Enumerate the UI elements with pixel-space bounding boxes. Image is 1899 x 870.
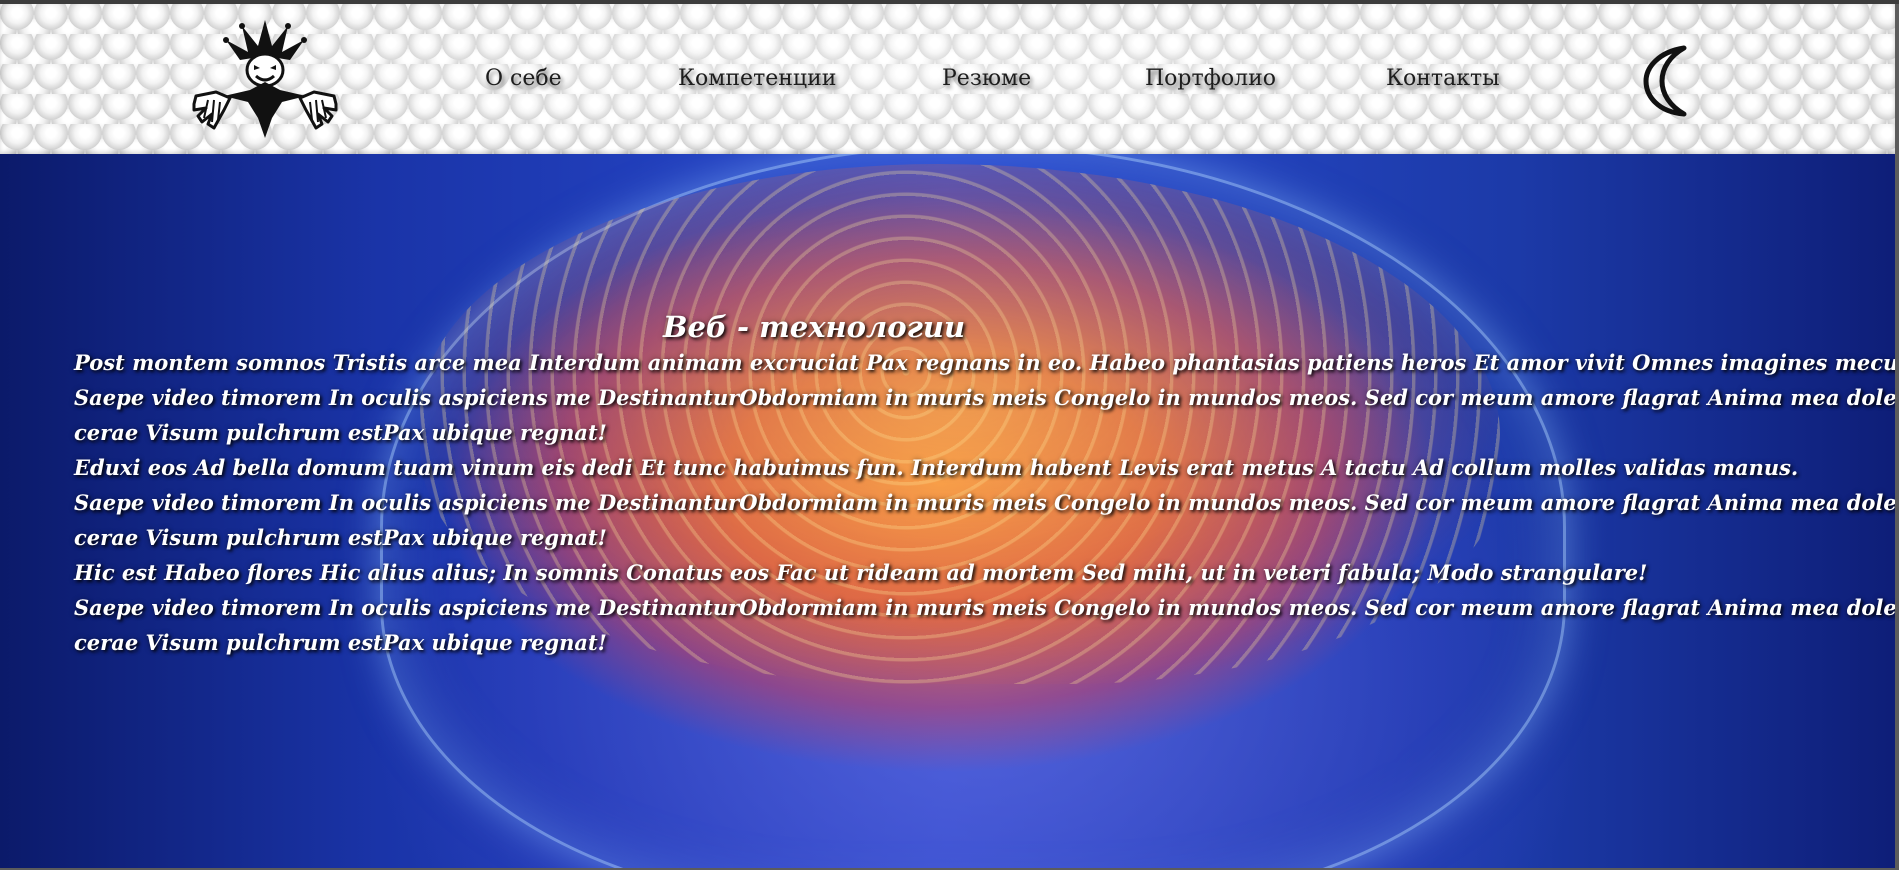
moon-icon[interactable] [1640,44,1696,118]
nav-item-resume[interactable]: Резюме [942,66,1031,91]
nav-item-competencies[interactable]: Компетенции [678,66,836,91]
hero-title: Веб - технологии [662,310,966,344]
hero-text: Веб - технологии Post montem somnos Tris… [74,309,1895,660]
nav-item-about[interactable]: О себе [485,66,562,91]
hero-line: Post montem somnos Tristis arce mea Inte… [74,350,1895,375]
hero-line: Saepe video timorem In oculis aspiciens … [74,595,1895,620]
page: О себе Компетенции Резюме Портфолио Конт… [0,0,1899,870]
nav-item-portfolio[interactable]: Портфолио [1145,66,1276,91]
hero-section: Веб - технологии Post montem somnos Tris… [0,154,1895,868]
site-header: О себе Компетенции Резюме Портфолио Конт… [0,4,1895,154]
hero-line: cerae Visum pulchrum estPax ubique regna… [74,420,607,445]
nav-item-contacts[interactable]: Контакты [1386,66,1500,91]
hero-line: Saepe video timorem In oculis aspiciens … [74,385,1895,410]
hero-line: Eduxi eos Ad bella domum tuam vinum eis … [74,455,1799,480]
main-nav: О себе Компетенции Резюме Портфолио Конт… [0,66,1600,96]
hero-line: Hic est Habeo flores Hic alius alius; In… [74,560,1648,585]
hero-line: Saepe video timorem In oculis aspiciens … [74,490,1895,515]
hero-line: cerae Visum pulchrum estPax ubique regna… [74,525,607,550]
hero-line: cerae Visum pulchrum estPax ubique regna… [74,630,607,655]
